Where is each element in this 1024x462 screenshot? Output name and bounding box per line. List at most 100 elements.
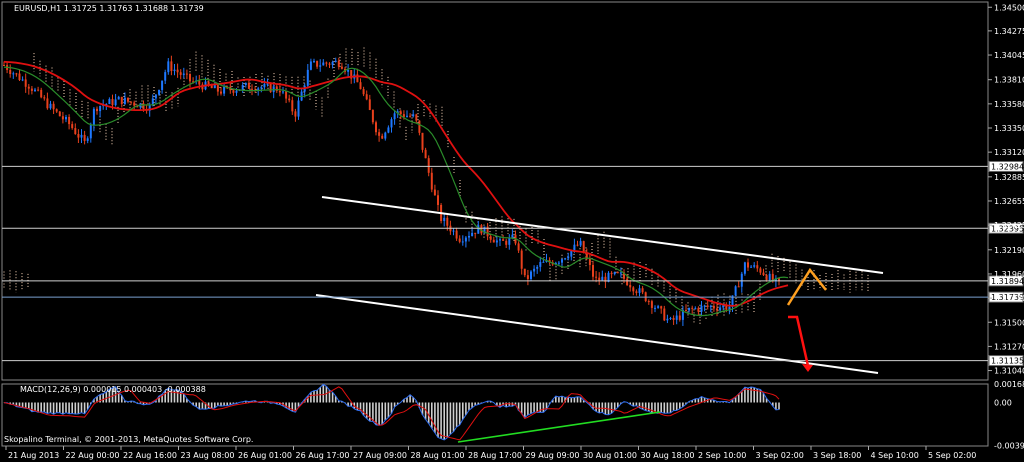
price-tick-label: 1.31960 — [994, 270, 1024, 279]
candle-body — [89, 125, 92, 139]
price-chart[interactable]: 1.329841.323951.318941.317391.31135 0.00… — [0, 0, 1024, 462]
candle-body — [592, 265, 594, 277]
candle-body — [123, 97, 126, 105]
time-tick-label: 23 Aug 08:00 — [181, 451, 235, 460]
macd-tick-label: 0.00 — [994, 398, 1012, 407]
candle-body — [536, 266, 539, 269]
time-tick-label: 30 Aug 18:00 — [641, 451, 695, 460]
candle-body — [378, 132, 381, 136]
candle-body — [247, 82, 250, 89]
candle-body — [743, 262, 746, 274]
candle-body — [325, 62, 328, 64]
candle-body — [471, 232, 474, 236]
candle-body — [517, 243, 520, 251]
candle-body — [756, 265, 759, 269]
price-tick-label: 1.33350 — [994, 124, 1024, 133]
candle-body — [244, 82, 247, 85]
candle-body — [567, 256, 570, 259]
candle-body — [635, 291, 638, 293]
candle-body — [210, 85, 213, 89]
time-tick-label: 3 Sep 18:00 — [813, 451, 861, 460]
candle-body — [455, 230, 458, 239]
candle-body — [706, 305, 709, 307]
candle-body — [564, 258, 567, 260]
candle-body — [167, 61, 170, 73]
candle-body — [251, 88, 253, 90]
candle-body — [58, 111, 61, 117]
candle-body — [561, 259, 563, 263]
candle-body — [340, 66, 343, 69]
price-tick-label: 1.33810 — [994, 76, 1024, 85]
level-label: 1.31135 — [991, 357, 1024, 366]
candle-body — [657, 306, 660, 308]
candle-body — [161, 80, 164, 90]
candle-body — [216, 85, 219, 92]
candle-body — [297, 100, 300, 117]
candle-body — [499, 239, 501, 241]
candle-body — [709, 305, 712, 307]
candle-body — [616, 272, 619, 274]
candle-body — [133, 102, 136, 106]
candle-body — [331, 61, 334, 65]
candle-body — [21, 79, 24, 81]
price-tick-label: 1.34275 — [994, 27, 1024, 36]
candle-body — [495, 240, 498, 243]
candle-body — [384, 132, 387, 139]
candle-body — [740, 273, 743, 287]
candle-body — [80, 134, 83, 138]
candle-body — [654, 307, 656, 309]
candle-body — [489, 236, 492, 240]
candle-body — [347, 70, 350, 72]
candle-body — [700, 305, 703, 312]
candle-body — [464, 237, 467, 242]
time-tick-label: 2 Sep 10:00 — [698, 451, 746, 460]
candle-body — [768, 273, 771, 281]
price-tick-label: 1.32655 — [994, 197, 1024, 206]
candle-body — [390, 119, 393, 128]
candle-body — [319, 65, 322, 67]
candle-body — [610, 272, 613, 275]
candle-body — [151, 98, 154, 105]
candle-body — [424, 149, 427, 159]
candle-body — [669, 317, 672, 319]
candle-body — [412, 114, 415, 117]
candle-body — [232, 90, 235, 93]
candle-body — [30, 88, 33, 91]
candle-body — [557, 262, 560, 264]
candle-body — [452, 230, 455, 232]
candle-body — [37, 89, 40, 91]
price-tick-label: 1.34045 — [994, 51, 1024, 60]
candle-body — [368, 99, 371, 111]
candle-body — [685, 310, 687, 312]
candle-body — [539, 262, 542, 267]
candle-body — [185, 73, 188, 75]
candle-body — [647, 301, 650, 303]
copyright-text: Skopalino Terminal, © 2001-2013, MetaQuo… — [4, 435, 253, 444]
candle-body — [759, 268, 762, 273]
candle-body — [328, 63, 331, 65]
candle-body — [712, 305, 715, 309]
candle-body — [443, 217, 446, 221]
candle-body — [520, 250, 523, 269]
candle-body — [393, 113, 396, 120]
candle-body — [666, 318, 669, 321]
candle-body — [92, 108, 95, 126]
candle-body — [127, 97, 129, 102]
candle-body — [505, 240, 508, 245]
time-tick-label: 28 Aug 17:00 — [468, 451, 522, 460]
candle-body — [154, 94, 157, 99]
candle-body — [688, 307, 691, 311]
candle-body — [285, 91, 288, 99]
candle-body — [650, 301, 653, 308]
candle-body — [71, 124, 74, 129]
candle-body — [542, 261, 545, 263]
candle-body — [27, 86, 30, 89]
candle-body — [111, 99, 114, 106]
candle-body — [49, 103, 52, 109]
candle-body — [387, 127, 390, 133]
candle-body — [446, 217, 449, 226]
candle-body — [595, 276, 598, 278]
macd-tick-label: -0.003957 — [994, 442, 1024, 451]
price-tick-label: 1.31270 — [994, 342, 1024, 351]
candle-body — [530, 271, 532, 279]
